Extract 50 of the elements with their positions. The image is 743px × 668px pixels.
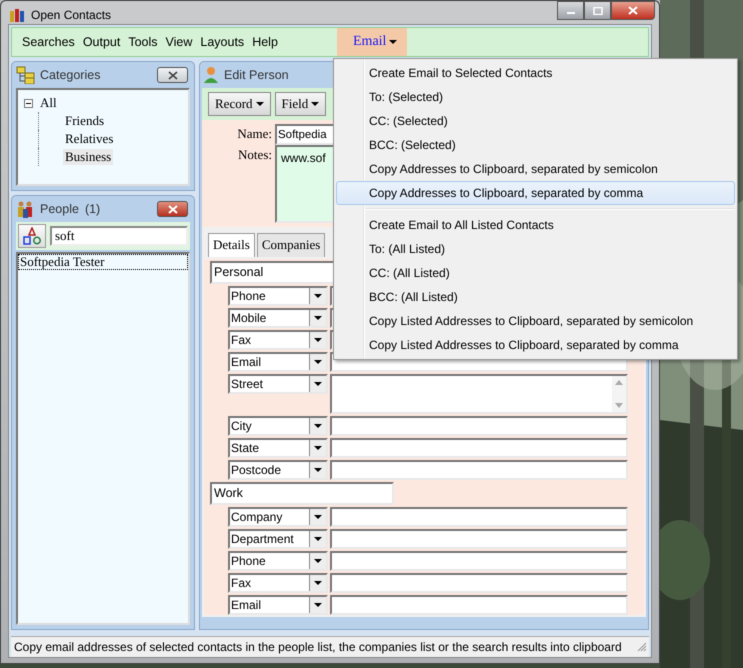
field-type-dropdown[interactable]: Email (228, 352, 328, 372)
tab[interactable]: Details (208, 233, 255, 257)
field-type-dropdown[interactable]: Fax (228, 573, 328, 593)
field-type-dropdown[interactable]: Phone (228, 286, 328, 306)
field-type-dropdown[interactable]: Department (228, 529, 328, 549)
menu-item[interactable]: Help (252, 33, 278, 51)
tab[interactable]: Companies (256, 233, 326, 257)
email-menu-button[interactable]: Email (337, 28, 408, 56)
people-count: (1) (84, 202, 100, 216)
search-field[interactable]: soft (50, 226, 188, 246)
window-title: Open Contacts (31, 7, 112, 23)
menu-item[interactable]: Tools (128, 33, 158, 51)
menu-item[interactable]: Copy Addresses to Clipboard, separated by semicolon (336, 157, 735, 181)
field-type-dropdown[interactable]: Fax (228, 330, 328, 350)
field-type-dropdown[interactable]: Email (228, 595, 328, 615)
menu-item[interactable]: To: (All Listed) (336, 237, 735, 261)
toolbar-button[interactable]: Record (208, 92, 271, 116)
panel-title: People (40, 202, 79, 216)
tree-item[interactable]: All (38, 95, 59, 111)
field-label: Name: (236, 125, 273, 143)
menu-item[interactable]: Output (82, 33, 120, 51)
menu-item[interactable]: To: (Selected) (336, 85, 735, 109)
menu-item[interactable]: BCC: (Selected) (336, 133, 735, 157)
menu-item[interactable]: View (166, 33, 192, 51)
field-type-dropdown[interactable]: City (228, 416, 328, 436)
field-type-dropdown[interactable]: Street (228, 374, 328, 394)
menu-item[interactable]: Create Email to All Listed Contacts (336, 213, 735, 237)
menu-item[interactable]: Copy Addresses to Clipboard, separated by comma (336, 181, 735, 205)
field-type-dropdown[interactable]: State (228, 438, 328, 458)
menu-item[interactable]: Searches (22, 33, 75, 51)
person-item[interactable]: Softpedia Tester (18, 254, 188, 270)
menu-item[interactable]: Layouts (200, 33, 244, 51)
menu-item[interactable]: Copy Listed Addresses to Clipboard, separated by semicolon (336, 309, 735, 333)
field-type-dropdown[interactable]: Phone (228, 551, 328, 571)
group-title-field[interactable]: Work (210, 482, 394, 505)
toolbar-button[interactable]: Field (274, 92, 326, 116)
tree-item[interactable]: Friends (63, 113, 106, 129)
tree-item[interactable]: Business (63, 149, 114, 165)
status-text: Copy email addresses of selected contacts in the people list, the companies list or the search results into clipboard (14, 640, 622, 654)
panel-title: Categories (40, 68, 100, 82)
field-label: Notes: (237, 146, 273, 164)
field-type-dropdown[interactable]: Postcode (228, 460, 328, 480)
field-type-dropdown[interactable]: Company (228, 507, 328, 527)
menu-item[interactable]: Copy Listed Addresses to Clipboard, separated by comma (336, 333, 735, 357)
tree-item[interactable]: Relatives (63, 131, 116, 147)
menu-item[interactable]: Create Email to Selected Contacts (336, 61, 735, 85)
field-type-dropdown[interactable]: Mobile (228, 308, 328, 328)
panel-title: Edit Person (224, 68, 289, 82)
menu-item[interactable]: CC: (Selected) (336, 109, 735, 133)
menu-item[interactable]: BCC: (All Listed) (336, 285, 735, 309)
